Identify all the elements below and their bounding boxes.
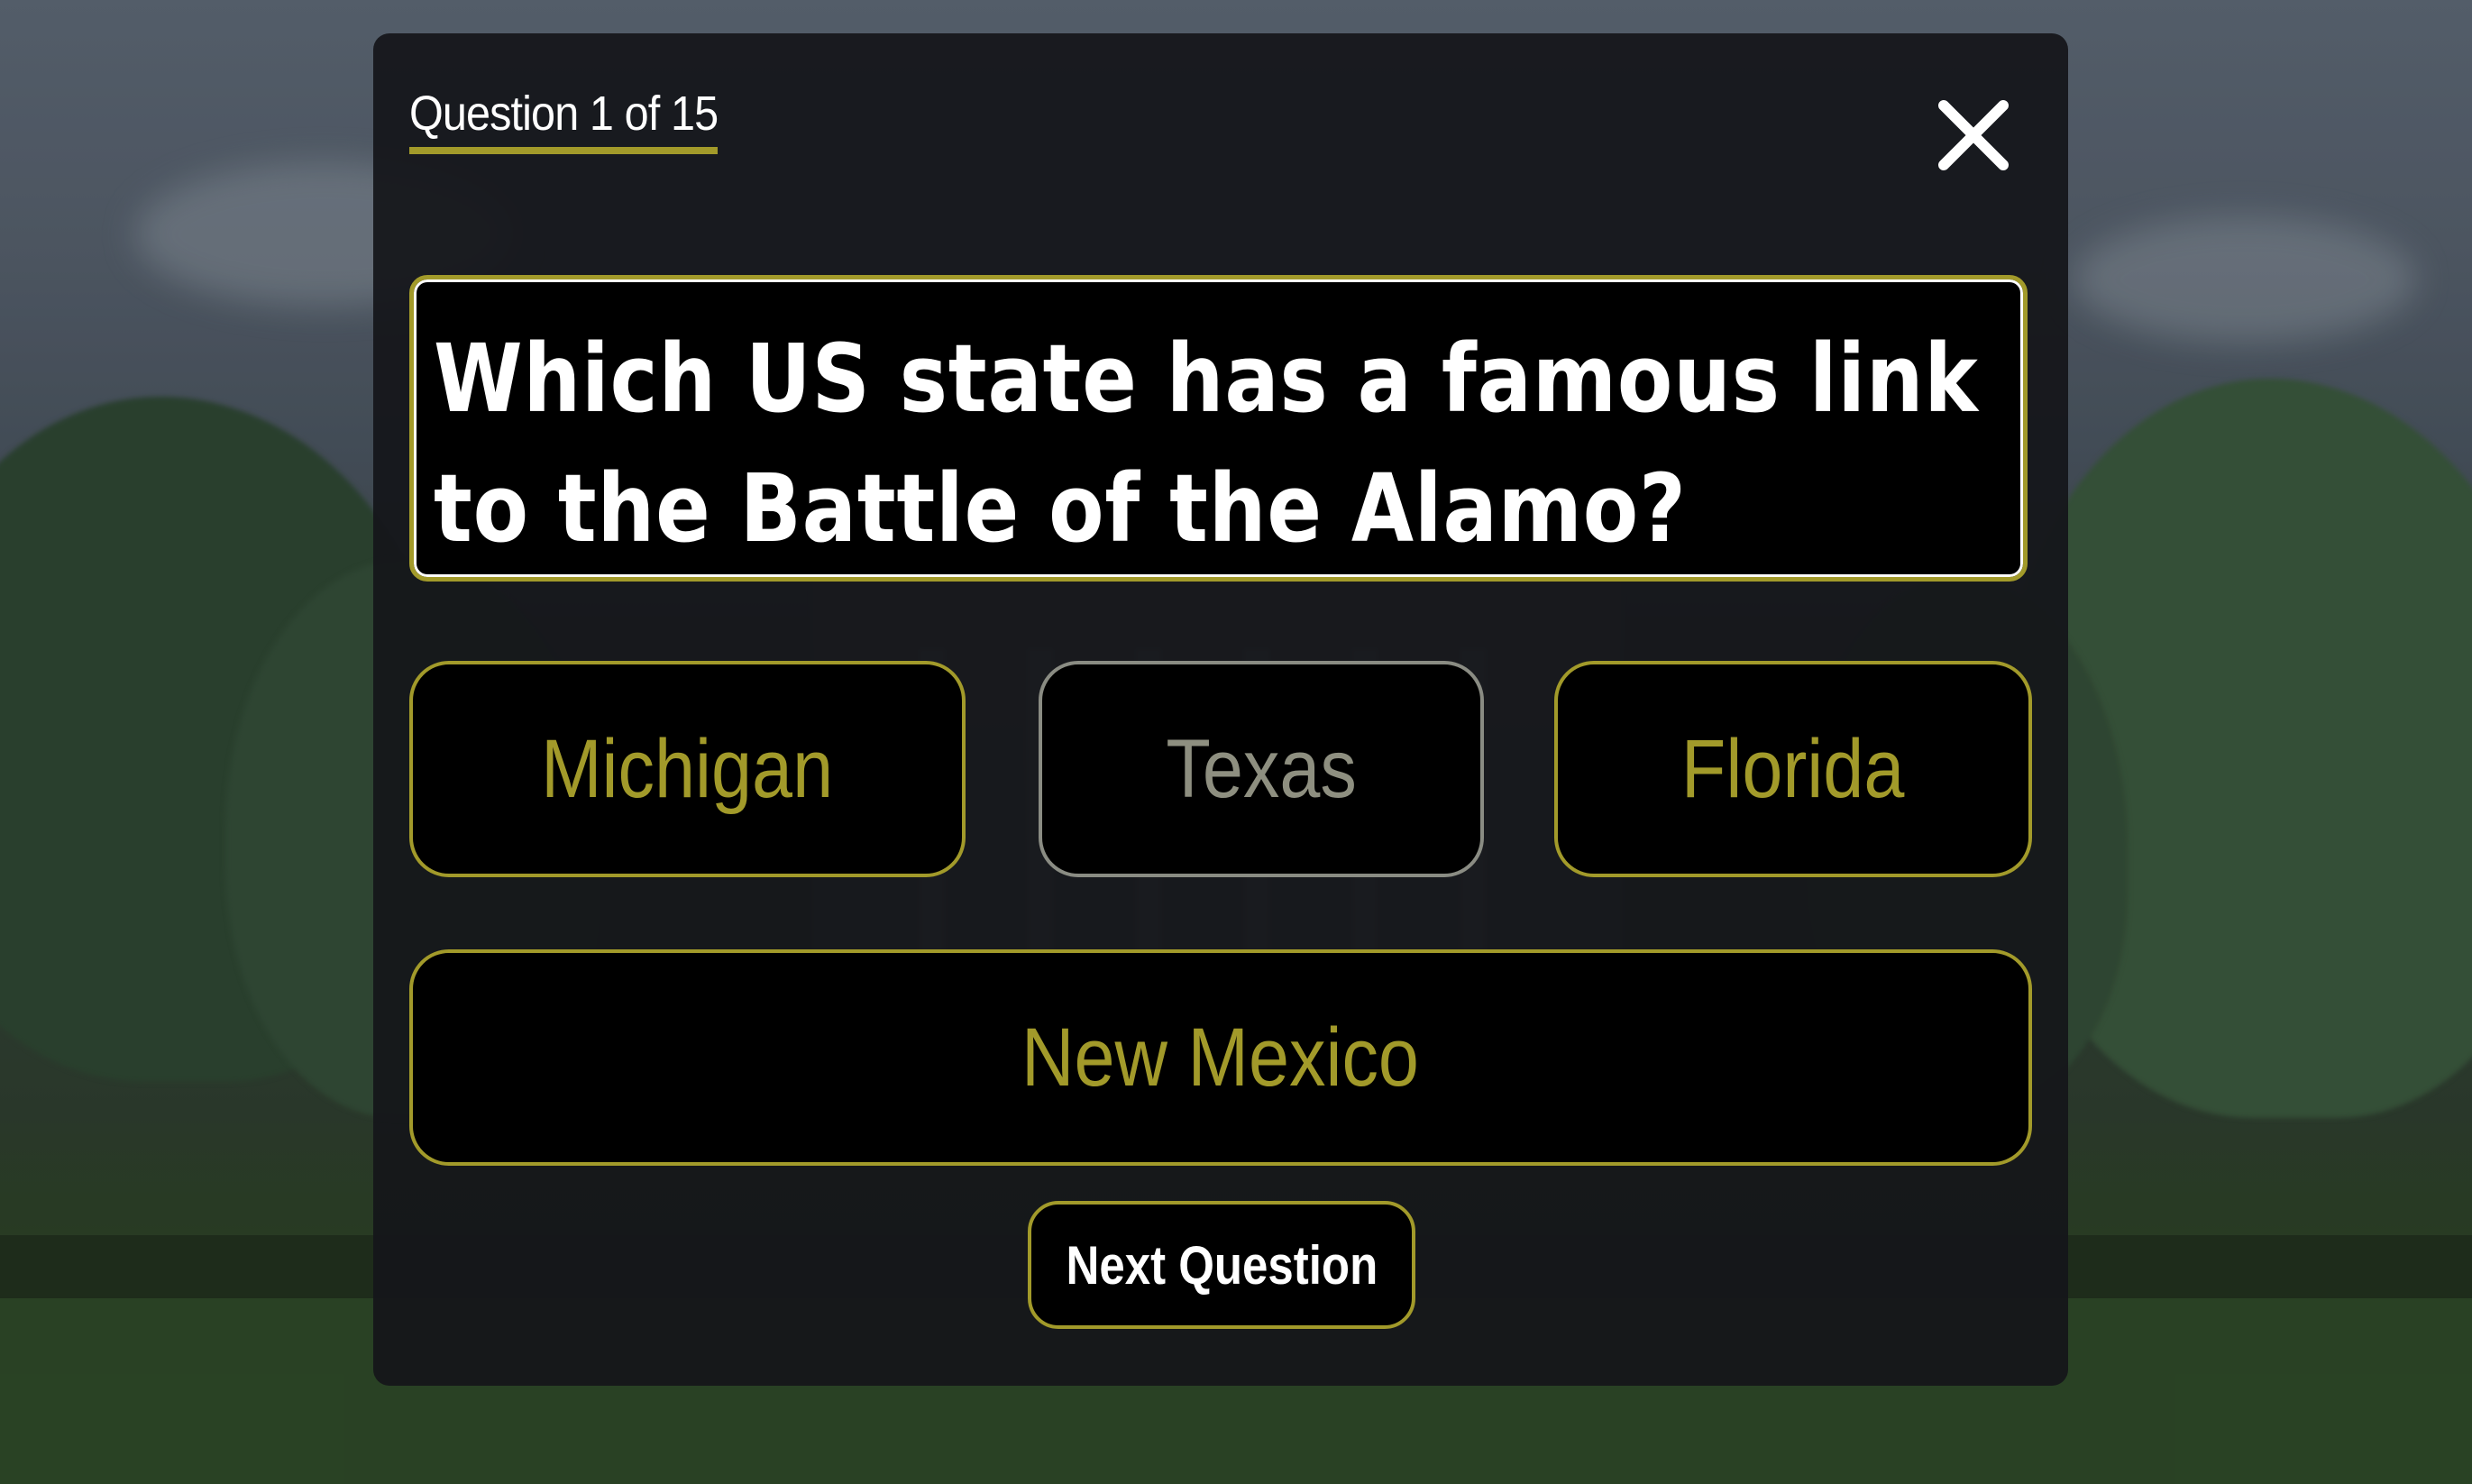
question-counter: Question 1 of 15	[409, 89, 719, 154]
quiz-screen: Question 1 of 15 Which US state has a fa…	[0, 0, 2472, 1484]
question-box: Which US state has a famous link to the …	[409, 275, 2028, 582]
answer-label: Florida	[1681, 722, 1905, 815]
close-button[interactable]	[1933, 95, 2014, 176]
answer-option-michigan[interactable]: Michigan	[409, 661, 966, 877]
answer-label: Texas	[1166, 722, 1357, 815]
answer-label: Michigan	[541, 722, 834, 815]
answer-label: New Mexico	[1021, 1011, 1420, 1104]
answer-option-new-mexico[interactable]: New Mexico	[409, 949, 2032, 1166]
answer-option-texas[interactable]: Texas	[1039, 661, 1484, 877]
close-icon	[1938, 100, 2009, 170]
next-question-button[interactable]: Next Question	[1028, 1201, 1415, 1329]
next-question-label: Next Question	[1066, 1234, 1378, 1296]
answer-option-florida[interactable]: Florida	[1554, 661, 2032, 877]
question-text: Which US state has a famous link to the …	[434, 324, 1979, 563]
quiz-dialog: Question 1 of 15 Which US state has a fa…	[373, 33, 2068, 1386]
